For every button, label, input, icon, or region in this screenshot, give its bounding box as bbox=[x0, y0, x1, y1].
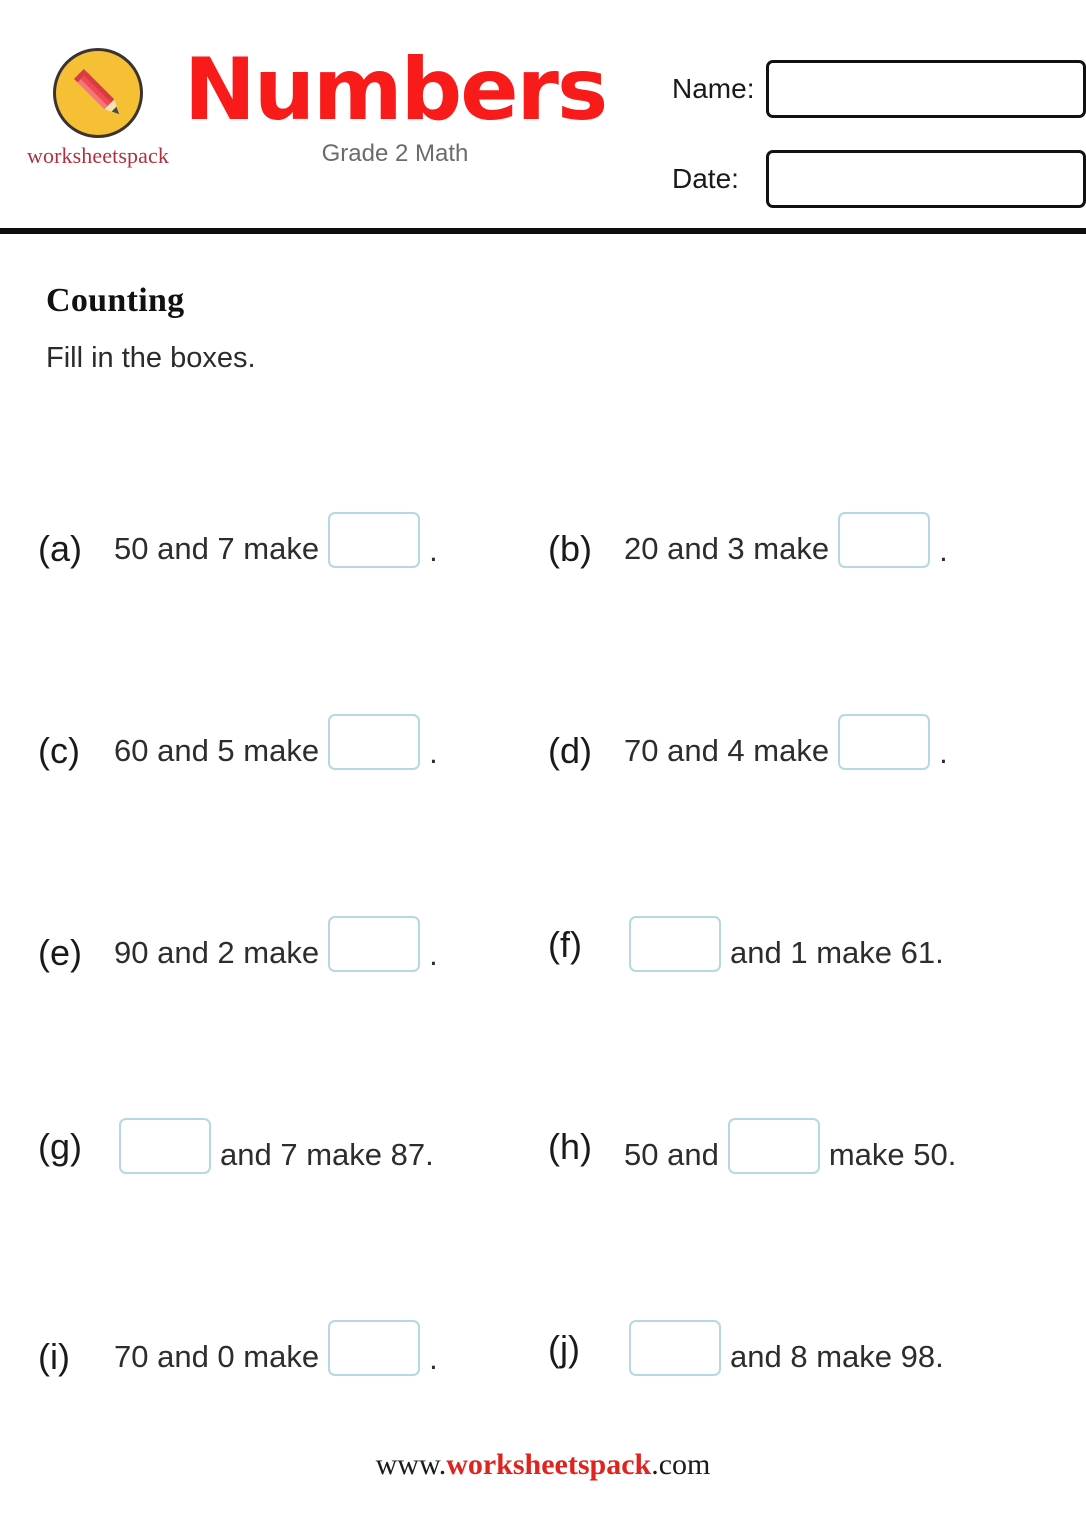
answer-box[interactable] bbox=[838, 512, 931, 568]
question-after: . bbox=[429, 937, 438, 972]
question-after: . bbox=[939, 533, 948, 568]
question-row: (a) 50 and 7 make . (b) 20 and 3 make . bbox=[38, 448, 1058, 650]
question-d: (d) 70 and 4 make . bbox=[548, 650, 1058, 852]
brand-logo: worksheetspack bbox=[18, 48, 178, 169]
student-meta-fields: Name: Date: bbox=[666, 58, 1086, 238]
answer-box[interactable] bbox=[629, 916, 721, 972]
pencil-circle-logo-icon bbox=[53, 48, 143, 138]
question-c: (c) 60 and 5 make . bbox=[38, 650, 548, 852]
question-label: (h) bbox=[548, 1126, 592, 1167]
question-text: 20 and 3 make . bbox=[622, 512, 950, 577]
answer-box[interactable] bbox=[328, 512, 421, 568]
question-before: 90 and 2 make bbox=[114, 935, 320, 970]
question-before: 20 and 3 make bbox=[624, 531, 830, 566]
question-text: 70 and 4 make . bbox=[622, 714, 950, 779]
question-label: (a) bbox=[38, 528, 82, 569]
question-label: (e) bbox=[38, 932, 82, 973]
question-after: . bbox=[429, 735, 438, 770]
question-label: (f) bbox=[548, 924, 582, 965]
question-after: and 7 make 87. bbox=[220, 1137, 434, 1172]
question-f: (f) and 1 make 61. bbox=[548, 852, 1058, 1054]
question-a: (a) 50 and 7 make . bbox=[38, 448, 548, 650]
question-text: and 1 make 61. bbox=[622, 916, 946, 981]
date-row: Date: bbox=[666, 148, 1086, 210]
section-instruction: Fill in the boxes. bbox=[46, 342, 256, 374]
answer-box[interactable] bbox=[838, 714, 931, 770]
footer-brand: worksheetspack bbox=[446, 1448, 652, 1481]
question-after: . bbox=[939, 735, 948, 770]
answer-box[interactable] bbox=[328, 1320, 421, 1376]
question-after: . bbox=[429, 533, 438, 568]
question-label: (b) bbox=[548, 528, 592, 569]
question-text: 50 and 7 make . bbox=[112, 512, 440, 577]
section-heading: Counting Fill in the boxes. bbox=[46, 282, 256, 375]
question-label: (j) bbox=[548, 1328, 580, 1369]
answer-box[interactable] bbox=[727, 1118, 820, 1174]
question-text: 70 and 0 make . bbox=[112, 1320, 440, 1385]
footer-prefix: www. bbox=[375, 1448, 447, 1481]
question-before: 50 and 7 make bbox=[114, 531, 320, 566]
question-before: 50 and bbox=[624, 1137, 719, 1172]
name-row: Name: bbox=[666, 58, 1086, 120]
question-label: (i) bbox=[38, 1336, 70, 1377]
question-b: (b) 20 and 3 make . bbox=[548, 448, 1058, 650]
page-title: Numbers bbox=[183, 40, 608, 140]
question-text: 90 and 2 make . bbox=[112, 916, 440, 981]
answer-box[interactable] bbox=[119, 1118, 211, 1174]
question-row: (c) 60 and 5 make . (d) 70 and 4 make . bbox=[38, 650, 1058, 852]
date-label: Date: bbox=[672, 163, 739, 194]
answer-box[interactable] bbox=[328, 714, 421, 770]
section-title: Counting bbox=[46, 282, 185, 319]
question-row: (i) 70 and 0 make . (j) and 8 make 98. bbox=[38, 1256, 1058, 1458]
page-subtitle: Grade 2 Math bbox=[321, 140, 469, 167]
question-h: (h) 50 and make 50. bbox=[548, 1054, 1058, 1256]
worksheet-header: worksheetspack Numbers Grade 2 Math Name… bbox=[0, 0, 1086, 234]
question-after: . bbox=[429, 1341, 438, 1376]
question-label: (d) bbox=[548, 730, 592, 771]
question-text: 50 and make 50. bbox=[622, 1118, 958, 1183]
question-row: (e) 90 and 2 make . (f) and 1 make 61. bbox=[38, 852, 1058, 1054]
answer-box[interactable] bbox=[328, 916, 421, 972]
brand-name: worksheetspack bbox=[27, 143, 169, 168]
question-before: 60 and 5 make bbox=[114, 733, 320, 768]
question-i: (i) 70 and 0 make . bbox=[38, 1256, 548, 1458]
question-row: (g) and 7 make 87. (h) 50 and make 50. bbox=[38, 1054, 1058, 1256]
title-block: Numbers Grade 2 Math bbox=[180, 42, 610, 168]
question-g: (g) and 7 make 87. bbox=[38, 1054, 548, 1256]
question-text: and 7 make 87. bbox=[112, 1118, 436, 1183]
question-before: 70 and 0 make bbox=[114, 1339, 320, 1374]
question-after: make 50. bbox=[828, 1137, 957, 1172]
question-text: 60 and 5 make . bbox=[112, 714, 440, 779]
answer-box[interactable] bbox=[629, 1320, 721, 1376]
question-grid: (a) 50 and 7 make . (b) 20 and 3 make . … bbox=[38, 448, 1058, 1458]
name-label: Name: bbox=[672, 73, 755, 104]
name-input[interactable] bbox=[766, 60, 1086, 118]
question-label: (c) bbox=[38, 730, 80, 771]
question-e: (e) 90 and 2 make . bbox=[38, 852, 548, 1054]
question-after: and 8 make 98. bbox=[730, 1339, 944, 1374]
header-divider bbox=[0, 228, 1086, 234]
question-after: and 1 make 61. bbox=[730, 935, 944, 970]
question-before: 70 and 4 make bbox=[624, 733, 830, 768]
footer-url: www.worksheetspack.com bbox=[0, 1448, 1086, 1482]
question-j: (j) and 8 make 98. bbox=[548, 1256, 1058, 1458]
date-input[interactable] bbox=[766, 150, 1086, 208]
footer-suffix: .com bbox=[651, 1448, 711, 1481]
question-label: (g) bbox=[38, 1126, 82, 1167]
question-text: and 8 make 98. bbox=[622, 1320, 946, 1385]
